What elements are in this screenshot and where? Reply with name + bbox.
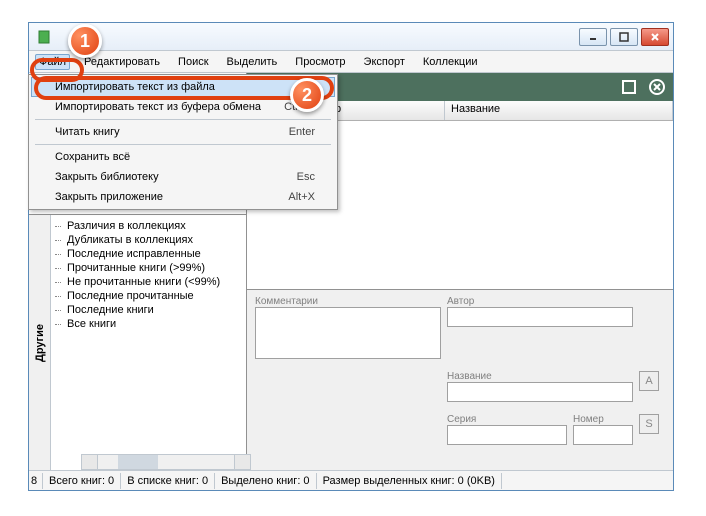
annotation-callout-2: 2 (290, 78, 324, 112)
series-field[interactable] (447, 425, 567, 445)
titlebar (29, 23, 673, 51)
status-leading: 8 (29, 473, 43, 489)
menu-view[interactable]: Просмотр (291, 54, 349, 70)
menu-read-book[interactable]: Читать книгуEnter (31, 122, 335, 142)
tree-item[interactable]: Все книги (53, 317, 244, 331)
left-bottom-pane: Другие Различия в коллекциях Дубликаты в… (29, 215, 246, 470)
menu-save-all[interactable]: Сохранить всё (31, 147, 335, 167)
maximize-pane-icon[interactable] (619, 77, 639, 97)
label-author: Автор (447, 296, 633, 307)
close-button[interactable] (641, 28, 669, 46)
comments-field[interactable] (255, 307, 441, 359)
author-button[interactable]: A (639, 371, 659, 391)
tree-item[interactable]: Прочитанные книги (>99%) (53, 261, 244, 275)
tree-item[interactable]: Последние книги (53, 303, 244, 317)
author-field[interactable] (447, 307, 633, 327)
minimize-button[interactable] (579, 28, 607, 46)
status-total: Всего книг: 0 (43, 473, 121, 489)
col-title[interactable]: Название (445, 101, 673, 120)
menu-separator (35, 144, 331, 145)
menu-close-library[interactable]: Закрыть библиотекуEsc (31, 167, 335, 187)
tree-scrollbar[interactable] (81, 454, 251, 470)
status-size: Размер выделенных книг: 0 (0KB) (317, 473, 502, 489)
tree-item[interactable]: Дубликаты в коллекциях (53, 233, 244, 247)
annotation-callout-1: 1 (68, 24, 102, 58)
menu-collections[interactable]: Коллекции (419, 54, 482, 70)
menu-export[interactable]: Экспорт (360, 54, 409, 70)
label-comments: Комментарии (255, 296, 441, 307)
tree-item[interactable]: Не прочитанные книги (<99%) (53, 275, 244, 289)
statusbar: 8 Всего книг: 0 В списке книг: 0 Выделен… (29, 470, 673, 490)
number-field[interactable] (573, 425, 633, 445)
app-icon (37, 29, 53, 45)
status-inlist: В списке книг: 0 (121, 473, 215, 489)
tree-item[interactable]: Последние исправленные (53, 247, 244, 261)
detail-panel: Комментарии Автор Название A Серия Номер… (247, 290, 673, 470)
close-pane-icon[interactable] (647, 77, 667, 97)
menu-separator (35, 119, 331, 120)
menu-search[interactable]: Поиск (174, 54, 212, 70)
menu-file[interactable]: Файл (35, 54, 70, 70)
menu-close-app[interactable]: Закрыть приложениеAlt+X (31, 187, 335, 207)
label-series: Серия (447, 414, 567, 425)
menu-import-from-clipboard[interactable]: Импортировать текст из буфера обменаCtrl… (31, 97, 335, 117)
scroll-left-icon[interactable] (82, 455, 98, 469)
title-field[interactable] (447, 382, 633, 402)
sidebar-tab-other[interactable]: Другие (29, 215, 51, 470)
menubar: Файл Редактировать Поиск Выделить Просмо… (29, 51, 673, 73)
scroll-thumb[interactable] (118, 455, 158, 469)
maximize-button[interactable] (610, 28, 638, 46)
status-selected: Выделено книг: 0 (215, 473, 316, 489)
series-button[interactable]: S (639, 414, 659, 434)
tree: Различия в коллекциях Дубликаты в коллек… (51, 215, 246, 470)
tree-item[interactable]: Последние прочитанные (53, 289, 244, 303)
menu-select[interactable]: Выделить (223, 54, 282, 70)
scroll-right-icon[interactable] (234, 455, 250, 469)
label-number: Номер (573, 414, 633, 425)
label-title: Название (447, 371, 633, 382)
tree-item[interactable]: Различия в коллекциях (53, 219, 244, 233)
